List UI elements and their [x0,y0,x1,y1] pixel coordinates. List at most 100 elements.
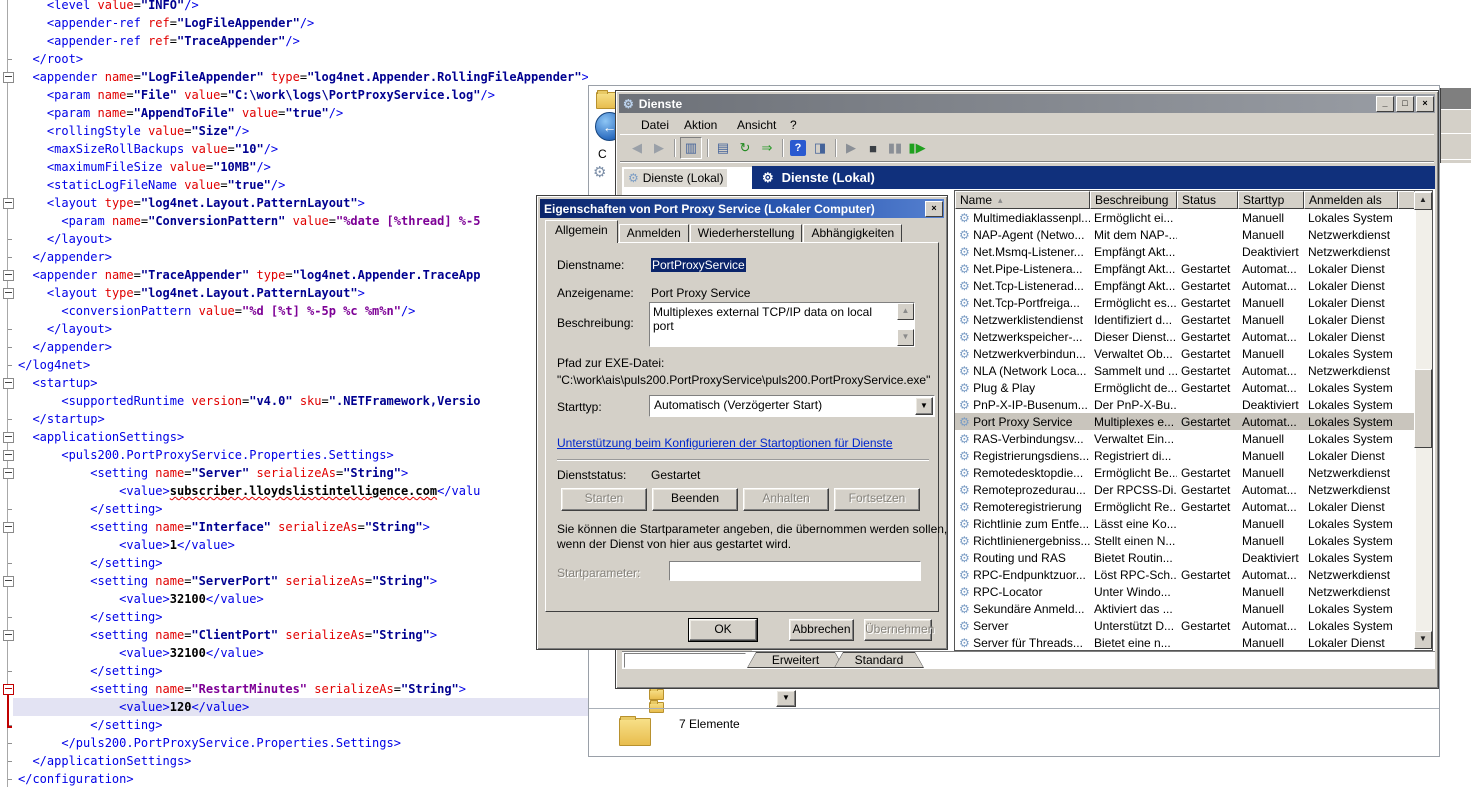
code-line[interactable]: </appender> [18,248,112,266]
export-list-icon[interactable]: ⇒ [757,138,777,158]
fold-collapse-icon[interactable] [3,522,14,533]
table-row[interactable]: ⚙ Net.Tcp-Listenerad...Empfängt Akt...Ge… [955,277,1415,294]
fortsetzen-button[interactable]: Fortsetzen [834,488,920,511]
code-line[interactable]: <supportedRuntime version="v4.0" sku=".N… [18,392,480,410]
code-line[interactable]: <staticLogFileName value="true"/> [18,176,285,194]
table-row[interactable]: ⚙ RPC-Endpunktzuor...Löst RPC-Sch...Gest… [955,566,1415,583]
scroll-thumb[interactable] [1414,369,1432,448]
code-line[interactable]: </configuration> [18,770,134,787]
dialog-titlebar[interactable]: Eigenschaften von Port Proxy Service (Lo… [540,199,944,218]
code-line[interactable]: <setting name="ClientPort" serializeAs="… [18,626,437,644]
table-row[interactable]: ⚙ Richtlinienergebniss...Stellt einen N.… [955,532,1415,549]
code-line[interactable]: <param name="ConversionPattern" value="%… [18,212,480,230]
code-line[interactable]: <setting name="Server" serializeAs="Stri… [18,464,408,482]
menu-item-aktion[interactable]: Aktion [684,118,717,132]
startoptionen-link[interactable]: Unterstützung beim Konfigurieren der Sta… [557,436,893,450]
fold-collapse-icon[interactable] [3,270,14,281]
services-titlebar[interactable]: ⚙ Dienste _ □ × [619,94,1435,113]
code-line[interactable]: <setting name="ServerPort" serializeAs="… [18,572,437,590]
column-header-name[interactable]: Name▴ [955,191,1090,209]
fold-collapse-icon[interactable] [3,630,14,641]
starttyp-combobox[interactable]: Automatisch (Verzögerter Start) ▼ [649,395,935,417]
bottom-tab-erweitert[interactable]: Erweitert [747,652,844,668]
show-console-tree-icon[interactable]: ▥ [680,137,702,159]
forward-icon[interactable]: ▶ [649,138,669,158]
table-row[interactable]: ⚙ RemoteregistrierungErmöglicht Re...Ges… [955,498,1415,515]
startparameter-input[interactable] [669,561,921,581]
code-line[interactable]: <param name="AppendToFile" value="true"/… [18,104,343,122]
code-line[interactable]: </startup> [18,410,105,428]
starttyp-dropdown-button[interactable]: ▼ [915,397,933,415]
scroll-down-button[interactable]: ▼ [1414,631,1432,649]
table-row[interactable]: ⚙ Routing und RASBietet Routin...Deaktiv… [955,549,1415,566]
tab-wiederherstellung[interactable]: Wiederherstellung [690,224,803,243]
explorer-dropdown-button[interactable]: ▼ [776,690,796,707]
code-line[interactable]: <value>120</value> [18,698,249,716]
fold-collapse-icon[interactable] [3,576,14,587]
table-row[interactable]: ⚙ NAP-Agent (Netwo...Mit dem NAP-...Manu… [955,226,1415,243]
textarea-scroll-down-button[interactable]: ▼ [897,329,914,346]
code-line[interactable]: <startup> [18,374,97,392]
table-row[interactable]: ⚙ RAS-Verbindungsv...Verwaltet Ein...Man… [955,430,1415,447]
help-icon[interactable]: ? [790,140,806,156]
table-row[interactable]: ⚙ RPC-LocatorUnter Windo...ManuellNetzwe… [955,583,1415,600]
table-row[interactable]: ⚙ Registrierungsdiens...Registriert di..… [955,447,1415,464]
console-tree-item-dienste-lokal[interactable]: ⚙ Dienste (Lokal) [624,169,727,187]
table-row[interactable]: ⚙ Multimediaklassenpl...Ermöglicht ei...… [955,209,1415,226]
menu-item-datei[interactable]: Datei [641,118,669,132]
table-row[interactable]: ⚙ Remoteprozedurau...Der RPCSS-Di...Gest… [955,481,1415,498]
code-line[interactable]: </applicationSettings> [18,752,191,770]
table-row[interactable]: ⚙ Netzwerkverbindun...Verwaltet Ob...Ges… [955,345,1415,362]
code-line[interactable]: <appender-ref ref="LogFileAppender"/> [18,14,314,32]
code-line[interactable]: <appender name="LogFileAppender" type="l… [18,68,588,86]
tab-anmelden[interactable]: Anmelden [619,224,689,243]
code-line[interactable]: <value>subscriber.lloydslistintelligence… [18,482,480,500]
table-row[interactable]: ⚙ PnP-X-IP-Busenum...Der PnP-X-Bu...Deak… [955,396,1415,413]
code-line[interactable]: </setting> [18,608,163,626]
start-service-icon[interactable]: ▶ [841,138,861,158]
code-line[interactable]: </setting> [18,554,163,572]
properties-icon[interactable]: ▤ [713,138,733,158]
code-line[interactable]: <setting name="Interface" serializeAs="S… [18,518,430,536]
code-line[interactable]: <layout type="log4net.Layout.PatternLayo… [18,284,365,302]
code-line[interactable]: <puls200.PortProxyService.Properties.Set… [18,446,394,464]
extended-view-icon[interactable]: ◨ [810,138,830,158]
code-line[interactable]: </log4net> [18,356,90,374]
fold-collapse-icon[interactable] [3,72,14,83]
xml-editor[interactable]: <level value="INFO"/> <appender-ref ref=… [0,0,588,787]
column-header-beschreibung[interactable]: Beschreibung [1090,191,1177,209]
table-row[interactable]: ⚙ ServerUnterstützt D...GestartetAutomat… [955,617,1415,634]
uebernehmen-button[interactable]: Übernehmen [864,619,932,641]
stop-service-icon[interactable]: ■ [863,138,883,158]
fold-collapse-icon[interactable] [3,378,14,389]
dienstname-value[interactable]: PortProxyService [651,258,746,272]
code-line[interactable]: <applicationSettings> [18,428,184,446]
table-row[interactable]: ⚙ Sekundäre Anmeld...Aktiviert das ...Ma… [955,600,1415,617]
pause-service-icon[interactable]: ▮▮ [885,138,905,158]
column-header-status[interactable]: Status [1177,191,1238,209]
code-line[interactable]: <value>1</value> [18,536,235,554]
code-line[interactable]: <level value="INFO"/> [18,0,199,14]
fold-collapse-icon[interactable] [3,198,14,209]
tab-allgemein[interactable]: Allgemein [545,220,618,243]
column-header-starttyp[interactable]: Starttyp [1238,191,1304,209]
code-line[interactable]: <appender-ref ref="TraceAppender"/> [18,32,300,50]
bottom-left-field[interactable] [624,653,746,668]
table-row[interactable]: ⚙ Plug & PlayErmöglicht de...GestartetAu… [955,379,1415,396]
fold-collapse-icon[interactable] [3,432,14,443]
table-row[interactable]: ⚙ Server für Threads...Bietet eine n...M… [955,634,1415,650]
code-line[interactable]: </setting> [18,662,163,680]
menu-item-[interactable]: ? [790,118,797,132]
abbrechen-button[interactable]: Abbrechen [789,619,854,641]
table-row[interactable]: ⚙ Remotedesktopdie...Ermöglicht Be...Ges… [955,464,1415,481]
menu-item-ansicht[interactable]: Ansicht [737,118,776,132]
table-row[interactable]: ⚙ Net.Msmq-Listener...Empfängt Akt...Dea… [955,243,1415,260]
anhalten-button[interactable]: Anhalten [743,488,829,511]
table-row[interactable]: ⚙ Netzwerkspeicher-...Dieser Dienst...Ge… [955,328,1415,345]
code-line[interactable]: <value>32100</value> [18,644,264,662]
fold-collapse-icon[interactable] [3,288,14,299]
close-button[interactable]: × [1416,96,1434,112]
code-line[interactable]: </setting> [18,716,163,734]
fold-collapse-icon[interactable] [3,450,14,461]
code-line[interactable]: <appender name="TraceAppender" type="log… [18,266,480,284]
